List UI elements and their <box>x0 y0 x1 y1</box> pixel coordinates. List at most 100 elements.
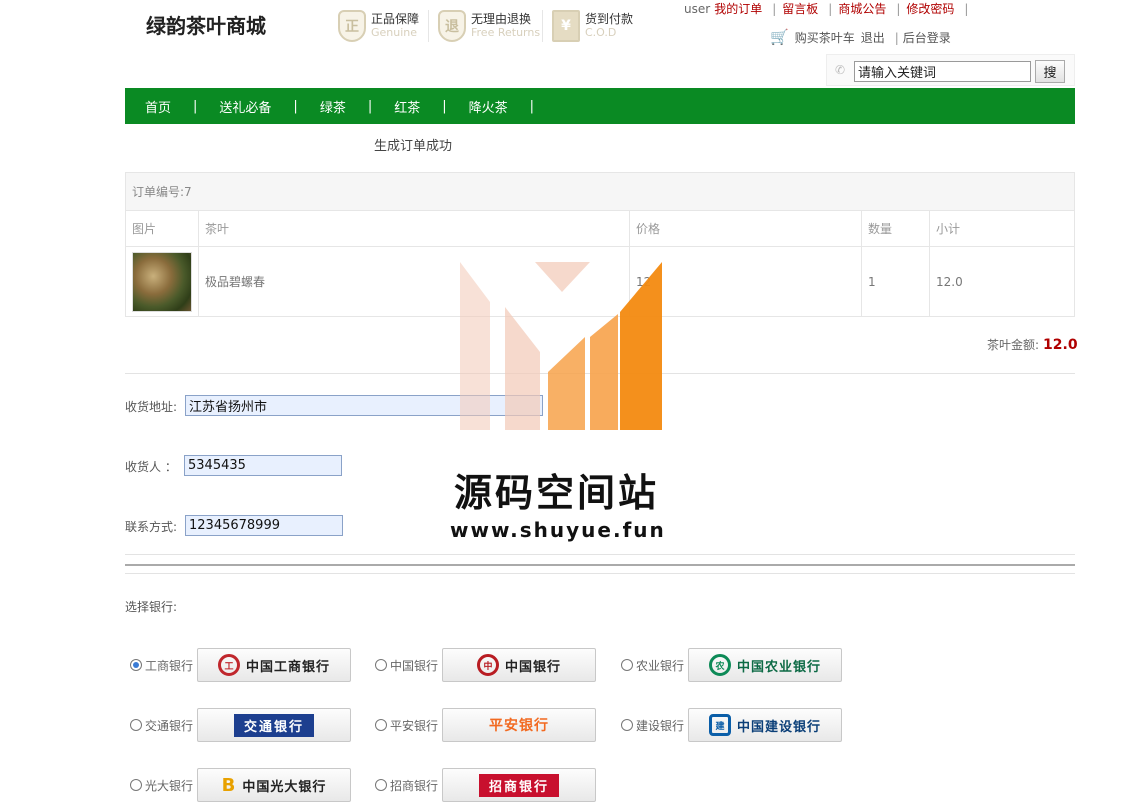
boc-emblem-icon: 中 <box>476 654 499 676</box>
bank-logo-text: 招商银行 <box>478 773 559 797</box>
message-board-link[interactable]: 留言板 <box>782 2 818 16</box>
announcements-link[interactable]: 商城公告 <box>838 2 886 16</box>
site-logo[interactable]: 绿韵茶叶商城 <box>146 10 266 39</box>
ccb-logo[interactable]: 建 中国建设银行 <box>688 708 842 742</box>
bank-logo-text: 中国建设银行 <box>736 719 821 735</box>
product-name[interactable]: 极品碧螺春 <box>198 246 630 317</box>
order-table: 订单编号:7 图片 茶叶 价格 数量 小计 极品碧螺春 12 1 12.0 <box>125 172 1075 317</box>
bocom-logo[interactable]: 交通银行 <box>197 708 351 742</box>
genuine-shield-icon: 正 <box>338 10 366 42</box>
receiver-input[interactable] <box>184 455 342 476</box>
ceb-emblem-icon: B <box>221 774 237 796</box>
icbc-emblem-icon: 工 <box>217 654 240 676</box>
ccb-emblem-icon: 建 <box>708 714 731 736</box>
nav-green-tea[interactable]: 绿茶 <box>320 97 346 116</box>
watermark-url: www.shuyue.fun <box>450 518 666 542</box>
divider: | <box>894 31 899 45</box>
badge-title: 正品保障 <box>371 12 420 26</box>
bank-name: 建设银行 <box>636 718 685 733</box>
nav-home[interactable]: 首页 <box>145 97 171 116</box>
product-subtotal: 12.0 <box>929 246 1075 317</box>
nav-gift[interactable]: 送礼必备 <box>219 97 271 116</box>
receiver-label: 收货人 ： <box>125 460 177 474</box>
icbc-logo[interactable]: 工 中国工商银行 <box>197 648 351 682</box>
bank-option-abc[interactable]: 农业银行 农 中国农业银行 <box>621 648 842 682</box>
nav-divider: | <box>529 98 535 114</box>
boc-logo[interactable]: 中 中国银行 <box>442 648 596 682</box>
column-header-tea: 茶叶 <box>198 210 630 247</box>
nav-divider: | <box>367 98 373 114</box>
bank-option-pingan[interactable]: 平安银行 平安银行 <box>375 708 596 742</box>
cart-row: 🛒 购买茶叶车 退出 | 后台登录 <box>770 28 957 46</box>
shopping-cart-icon[interactable]: 🛒 <box>770 28 789 46</box>
bank-radio[interactable] <box>375 779 387 791</box>
bank-name: 招商银行 <box>390 778 439 793</box>
divider <box>125 564 1075 566</box>
bank-radio[interactable] <box>375 659 387 671</box>
column-header-quantity: 数量 <box>861 210 930 247</box>
bank-logo-text: 中国银行 <box>504 659 561 675</box>
product-quantity: 1 <box>861 246 930 317</box>
cmb-logo[interactable]: 招商银行 <box>442 768 596 802</box>
search-button[interactable]: 搜 <box>1035 60 1065 83</box>
badge-title: 无理由退换 <box>471 12 532 26</box>
nav-black-tea[interactable]: 红茶 <box>394 97 420 116</box>
phone-input[interactable] <box>185 515 343 536</box>
badge-subtitle: C.O.D <box>585 26 617 39</box>
bank-option-ceb[interactable]: 光大银行 B 中国光大银行 <box>130 768 351 802</box>
bank-radio[interactable] <box>621 719 633 731</box>
bank-logo-text: 中国农业银行 <box>736 659 821 675</box>
nav-divider: | <box>193 98 198 114</box>
bank-radio[interactable] <box>375 719 387 731</box>
divider: | <box>828 2 833 16</box>
bank-section-label: 选择银行: <box>125 600 178 614</box>
admin-login-link[interactable]: 后台登录 <box>903 31 951 45</box>
product-image[interactable] <box>132 251 192 312</box>
my-orders-link[interactable]: 我的订单 <box>714 2 762 16</box>
bank-radio[interactable] <box>621 659 633 671</box>
cart-link[interactable]: 购买茶叶车 <box>795 31 855 45</box>
address-label: 收货地址: <box>125 400 178 414</box>
badge-subtitle: Free Returns <box>471 26 541 39</box>
abc-logo[interactable]: 农 中国农业银行 <box>688 648 842 682</box>
bank-option-bocom[interactable]: 交通银行 交通银行 <box>130 708 351 742</box>
column-header-image: 图片 <box>125 210 199 247</box>
column-header-subtotal: 小计 <box>929 210 1075 247</box>
ceb-logo[interactable]: B 中国光大银行 <box>197 768 351 802</box>
phone-icon: ✆ <box>835 63 846 77</box>
bank-option-boc[interactable]: 中国银行 中 中国银行 <box>375 648 596 682</box>
pingan-logo[interactable]: 平安银行 <box>442 708 596 742</box>
badge-divider <box>542 10 543 42</box>
abc-emblem-icon: 农 <box>708 654 731 676</box>
bank-radio[interactable] <box>130 779 142 791</box>
watermark-title: 源码空间站 <box>454 471 660 515</box>
bank-option-cmb[interactable]: 招商银行 招商银行 <box>375 768 596 802</box>
badge-divider <box>428 10 429 42</box>
return-shield-icon: 退 <box>438 10 466 42</box>
badge-subtitle: Genuine <box>371 26 418 39</box>
total-value: 12.0 <box>1043 337 1078 353</box>
badge-genuine: 正 正品保障 Genuine <box>338 8 419 44</box>
logout-link[interactable]: 退出 <box>861 31 885 45</box>
success-message: 生成订单成功 <box>374 139 453 154</box>
bank-radio[interactable] <box>130 659 142 671</box>
divider: | <box>772 2 777 16</box>
username: user <box>684 2 711 16</box>
nav-divider: | <box>293 98 298 114</box>
change-password-link[interactable]: 修改密码 <box>906 2 954 16</box>
bank-logo-text: 交通银行 <box>233 713 314 737</box>
bank-option-ccb[interactable]: 建设银行 建 中国建设银行 <box>621 708 842 742</box>
total-label: 茶叶金额: <box>987 338 1040 352</box>
nav-cooling-tea[interactable]: 降火茶 <box>469 97 508 116</box>
bank-logo-text: 中国工商银行 <box>245 659 330 675</box>
divider: | <box>964 2 969 16</box>
column-header-price: 价格 <box>629 210 862 247</box>
address-input[interactable] <box>185 395 543 416</box>
search-input[interactable] <box>854 61 1031 82</box>
bank-option-icbc[interactable]: 工商银行 工 中国工商银行 <box>130 648 351 682</box>
bank-logo-text: 中国光大银行 <box>242 779 327 795</box>
bank-name: 中国银行 <box>390 658 439 673</box>
badge-cod: ¥ 货到付款 C.O.D <box>552 8 633 44</box>
divider <box>125 554 1075 555</box>
bank-radio[interactable] <box>130 719 142 731</box>
